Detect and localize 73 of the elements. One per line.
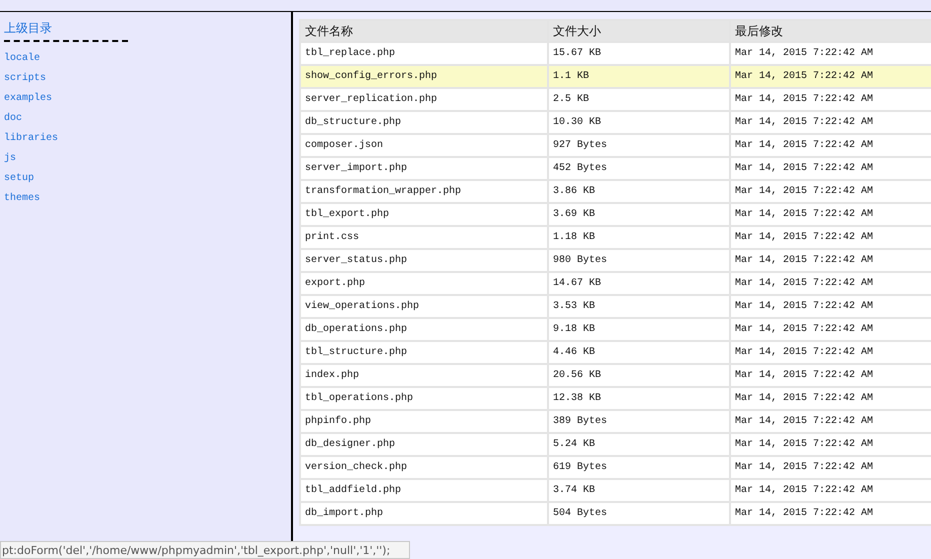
table-cell: 2.5 KB — [549, 89, 729, 110]
table-cell: server_replication.php — [301, 89, 547, 110]
table-cell: Mar 14, 2015 7:22:42 AM — [731, 365, 931, 386]
table-cell: tbl_export.php — [301, 204, 547, 225]
table-cell: version_check.php — [301, 457, 547, 478]
table-cell: tbl_structure.php — [301, 342, 547, 363]
table-cell: Mar 14, 2015 7:22:42 AM — [731, 319, 931, 340]
table-cell: Mar 14, 2015 7:22:42 AM — [731, 204, 931, 225]
table-cell: Mar 14, 2015 7:22:42 AM — [731, 388, 931, 409]
table-cell: db_designer.php — [301, 434, 547, 455]
table-cell: 389 Bytes — [549, 411, 729, 432]
table-cell: 1.1 KB — [549, 66, 729, 87]
directory-link[interactable]: scripts — [4, 72, 46, 92]
table-cell: server_status.php — [301, 250, 547, 271]
table-cell: db_import.php — [301, 503, 547, 524]
table-cell: 14.67 KB — [549, 273, 729, 294]
directory-link[interactable]: themes — [4, 192, 40, 212]
table-cell: 3.86 KB — [549, 181, 729, 202]
directory-link[interactable]: libraries — [4, 132, 58, 152]
table-cell: 12.38 KB — [549, 388, 729, 409]
table-cell: composer.json — [301, 135, 547, 156]
table-cell: db_operations.php — [301, 319, 547, 340]
directory-link[interactable]: js — [4, 152, 16, 172]
table-cell: 619 Bytes — [549, 457, 729, 478]
table-cell: 9.18 KB — [549, 319, 729, 340]
table-cell: Mar 14, 2015 7:22:42 AM — [731, 434, 931, 455]
directory-link[interactable]: locale — [4, 52, 40, 72]
table-cell: Mar 14, 2015 7:22:42 AM — [731, 181, 931, 202]
table-cell: 1.18 KB — [549, 227, 729, 248]
table-cell: 4.46 KB — [549, 342, 729, 363]
table-cell: 20.56 KB — [549, 365, 729, 386]
table-cell: phpinfo.php — [301, 411, 547, 432]
table-cell: export.php — [301, 273, 547, 294]
table-cell: 15.67 KB — [549, 43, 729, 64]
parent-directory-link[interactable]: 上级目录 — [4, 20, 128, 42]
table-cell: view_operations.php — [301, 296, 547, 317]
table-cell: Mar 14, 2015 7:22:42 AM — [731, 503, 931, 524]
table-cell: db_structure.php — [301, 112, 547, 133]
table-cell: print.css — [301, 227, 547, 248]
table-cell: Mar 14, 2015 7:22:42 AM — [731, 273, 931, 294]
table-cell: tbl_operations.php — [301, 388, 547, 409]
table-cell: Mar 14, 2015 7:22:42 AM — [731, 66, 931, 87]
table-cell: tbl_addfield.php — [301, 480, 547, 501]
table-cell: Mar 14, 2015 7:22:42 AM — [731, 135, 931, 156]
table-cell: show_config_errors.php — [301, 66, 547, 87]
table-cell: server_import.php — [301, 158, 547, 179]
table-cell: Mar 14, 2015 7:22:42 AM — [731, 296, 931, 317]
table-cell: index.php — [301, 365, 547, 386]
table-cell: 927 Bytes — [549, 135, 729, 156]
table-cell: 980 Bytes — [549, 250, 729, 271]
table-cell: 452 Bytes — [549, 158, 729, 179]
table-cell: 10.30 KB — [549, 112, 729, 133]
table-cell: Mar 14, 2015 7:22:42 AM — [731, 89, 931, 110]
table-cell: 3.53 KB — [549, 296, 729, 317]
status-bar: pt:doForm('del','/home/www/phpmyadmin','tbl_export.php','null','1',''); — [0, 541, 410, 559]
table-cell: Mar 14, 2015 7:22:42 AM — [731, 457, 931, 478]
table-cell: Mar 14, 2015 7:22:42 AM — [731, 411, 931, 432]
table-cell: Mar 14, 2015 7:22:42 AM — [731, 480, 931, 501]
table-cell: 5.24 KB — [549, 434, 729, 455]
directory-link[interactable]: doc — [4, 112, 22, 132]
table-cell: 3.69 KB — [549, 204, 729, 225]
table-cell: transformation_wrapper.php — [301, 181, 547, 202]
table-cell: Mar 14, 2015 7:22:42 AM — [731, 112, 931, 133]
table-cell: tbl_replace.php — [301, 43, 547, 64]
directory-link[interactable]: examples — [4, 92, 52, 112]
table-cell: Mar 14, 2015 7:22:42 AM — [731, 250, 931, 271]
table-cell: Mar 14, 2015 7:22:42 AM — [731, 43, 931, 64]
table-cell: Mar 14, 2015 7:22:42 AM — [731, 342, 931, 363]
directory-link[interactable]: setup — [4, 172, 34, 192]
table-cell: 504 Bytes — [549, 503, 729, 524]
table-cell: Mar 14, 2015 7:22:42 AM — [731, 158, 931, 179]
table-cell: Mar 14, 2015 7:22:42 AM — [731, 227, 931, 248]
table-cell: 3.74 KB — [549, 480, 729, 501]
